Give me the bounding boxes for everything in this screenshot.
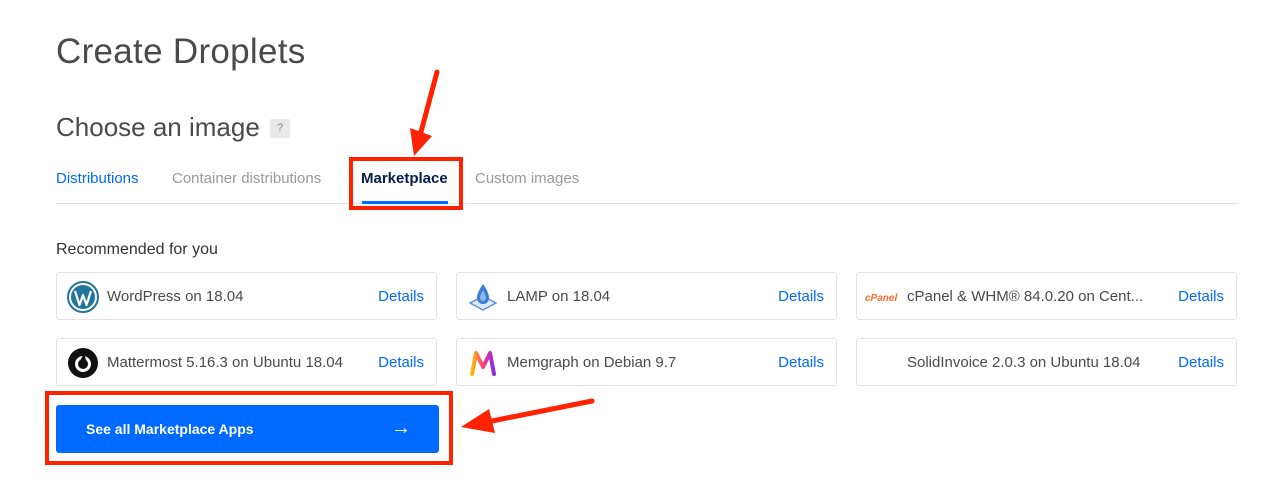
- mattermost-icon: [68, 348, 98, 378]
- app-name: LAMP on 18.04: [507, 288, 611, 305]
- app-name: SolidInvoice 2.0.3 on Ubuntu 18.04: [907, 354, 1141, 371]
- app-card-solidinvoice[interactable]: SolidInvoice 2.0.3 on Ubuntu 18.04 Detai…: [856, 338, 1237, 386]
- lamp-icon: [468, 284, 498, 311]
- cpanel-logo-text: cPanel: [865, 293, 898, 304]
- arrow-to-marketplace-tab-icon: [410, 69, 440, 156]
- app-card-wordpress[interactable]: WordPress on 18.04 Details: [56, 272, 437, 320]
- app-card-lamp[interactable]: LAMP on 18.04 Details: [456, 272, 837, 320]
- help-icon[interactable]: ?: [270, 119, 290, 138]
- app-name: Memgraph on Debian 9.7: [507, 354, 677, 371]
- tabs-divider: [56, 203, 1239, 204]
- details-link[interactable]: Details: [378, 288, 424, 305]
- wordpress-icon: [67, 281, 99, 313]
- recommended-heading: Recommended for you: [56, 241, 218, 258]
- details-link[interactable]: Details: [1178, 354, 1224, 371]
- details-link[interactable]: Details: [1178, 288, 1224, 305]
- app-card-mattermost[interactable]: Mattermost 5.16.3 on Ubuntu 18.04 Detail…: [56, 338, 437, 386]
- details-link[interactable]: Details: [778, 288, 824, 305]
- app-card-memgraph[interactable]: Memgraph on Debian 9.7 Details: [456, 338, 837, 386]
- tab-container-distributions[interactable]: Container distributions: [172, 170, 321, 187]
- tab-distributions[interactable]: Distributions: [56, 170, 139, 187]
- arrow-to-cta-button-icon: [461, 398, 595, 433]
- app-name: Mattermost 5.16.3 on Ubuntu 18.04: [107, 354, 343, 371]
- cta-highlight-box: [45, 391, 453, 465]
- details-link[interactable]: Details: [778, 354, 824, 371]
- app-card-cpanel[interactable]: cPanel cPanel & WHM® 84.0.20 on Cent... …: [856, 272, 1237, 320]
- marketplace-highlight-box: [349, 157, 463, 210]
- cpanel-icon: cPanel: [865, 288, 901, 304]
- memgraph-icon: [470, 351, 496, 376]
- app-name: cPanel & WHM® 84.0.20 on Cent...: [907, 288, 1144, 305]
- choose-image-heading: Choose an image: [56, 112, 260, 142]
- page-title: Create Droplets: [56, 32, 306, 71]
- app-name: WordPress on 18.04: [107, 288, 244, 305]
- details-link[interactable]: Details: [378, 354, 424, 371]
- tab-custom-images[interactable]: Custom images: [475, 170, 579, 187]
